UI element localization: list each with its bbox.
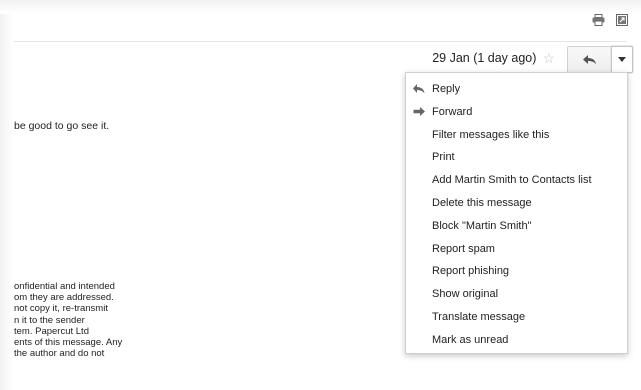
menu-item-print[interactable]: Print: [406, 146, 627, 169]
email-view: 29 Jan (1 day ago) ☆ be good to go see i…: [0, 0, 641, 390]
disclaimer: onfidential and intended om they are add…: [14, 281, 122, 359]
new-window-icon[interactable]: [615, 14, 629, 26]
message-date-row: 29 Jan (1 day ago) ☆: [432, 51, 555, 65]
reply-icon: [413, 84, 425, 94]
forward-icon: [413, 106, 425, 116]
menu-item-reply[interactable]: Reply: [406, 78, 627, 101]
menu-item-report-spam[interactable]: Report spam: [406, 238, 627, 261]
disclaimer-line: ents of this message. Any: [14, 337, 123, 349]
reply-button[interactable]: [567, 46, 611, 73]
disclaimer-line: not copy it, re-transmit: [14, 303, 108, 315]
chevron-down-icon: [618, 57, 626, 62]
disclaimer-line: the author and do not: [14, 348, 105, 360]
menu-item-translate[interactable]: Translate message: [406, 306, 627, 329]
print-icon[interactable]: [591, 14, 605, 26]
menu-item-label: Report phishing: [432, 265, 510, 278]
menu-item-label: Report spam: [432, 242, 495, 255]
message-snippet: be good to go see it.: [14, 120, 110, 132]
menu-item-block-sender[interactable]: Block "Martin Smith": [406, 215, 627, 238]
reply-split-button: [567, 46, 633, 73]
menu-item-add-contact[interactable]: Add Martin Smith to Contacts list: [406, 169, 627, 192]
menu-item-label: Reply: [432, 83, 461, 95]
header-divider: [14, 41, 627, 42]
menu-item-label: Add Martin Smith to Contacts list: [432, 174, 592, 187]
edge-shadow-left: [0, 0, 14, 390]
message-actions-menu: Reply Forward Filter messages like this …: [405, 72, 628, 354]
menu-item-label: Print: [432, 151, 455, 164]
menu-item-label: Mark as unread: [432, 333, 509, 346]
menu-item-label: Show original: [432, 288, 499, 301]
menu-item-label: Forward: [432, 105, 473, 118]
menu-item-label: Delete this message: [432, 196, 532, 209]
message-date: 29 Jan (1 day ago): [432, 51, 537, 65]
menu-item-report-phishing[interactable]: Report phishing: [406, 260, 627, 283]
star-icon[interactable]: ☆: [542, 51, 555, 65]
menu-item-delete[interactable]: Delete this message: [406, 192, 627, 215]
more-options-button[interactable]: [611, 46, 633, 73]
disclaimer-line: om they are addressed.: [14, 292, 114, 304]
menu-item-label: Translate message: [432, 310, 526, 323]
menu-item-label: Filter messages like this: [432, 128, 550, 141]
disclaimer-line: tem. Papercut Ltd: [14, 325, 89, 337]
menu-item-label: Block "Martin Smith": [432, 219, 532, 232]
top-toolbar: [591, 14, 629, 26]
menu-item-show-original[interactable]: Show original: [406, 283, 627, 306]
disclaimer-line: n it to the sender: [14, 314, 85, 326]
menu-item-mark-unread[interactable]: Mark as unread: [406, 329, 627, 352]
menu-item-filter-messages[interactable]: Filter messages like this: [406, 124, 627, 147]
edge-shadow-top: [0, 0, 641, 14]
reply-arrow-icon: [582, 54, 596, 64]
disclaimer-line: onfidential and intended: [14, 281, 115, 292]
menu-item-forward[interactable]: Forward: [406, 101, 627, 124]
